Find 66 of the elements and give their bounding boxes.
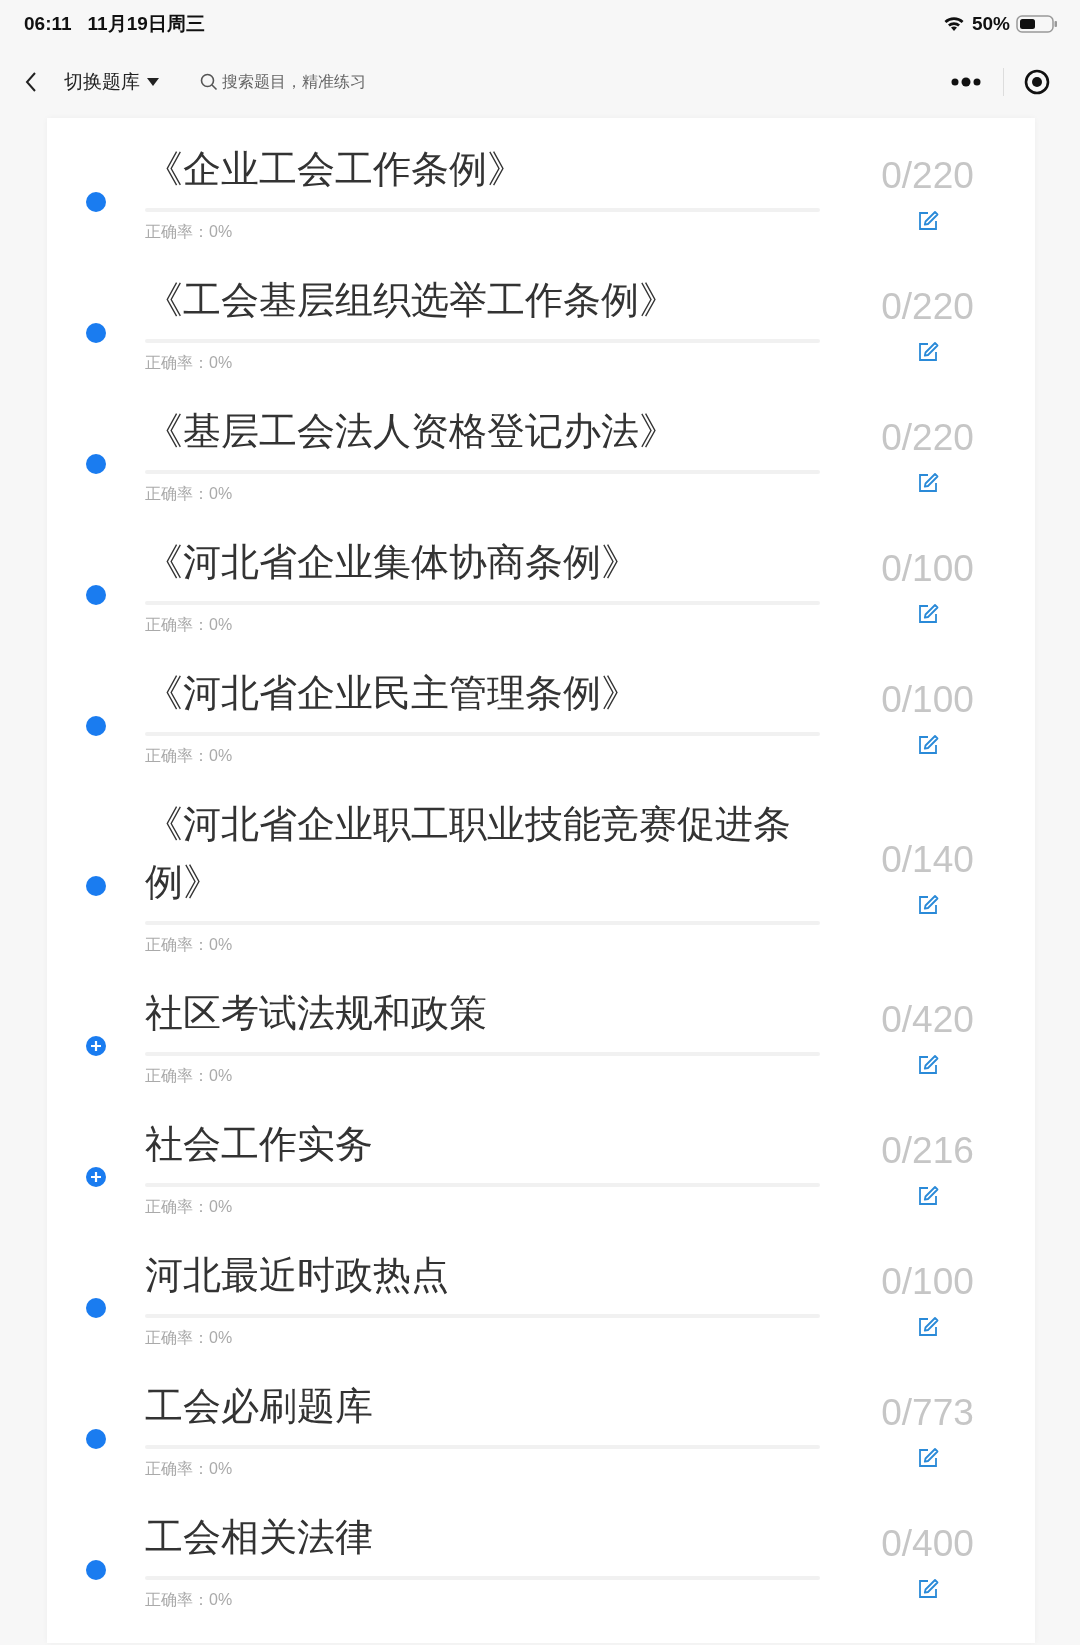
edit-icon[interactable] — [916, 210, 939, 232]
switch-bank-title[interactable]: 切换题库 — [64, 69, 140, 95]
battery-icon — [1016, 14, 1058, 34]
edit-icon[interactable] — [916, 472, 939, 494]
question-count: 0/220 — [881, 285, 974, 329]
edit-icon[interactable] — [916, 734, 939, 756]
edit-icon[interactable] — [916, 341, 939, 363]
question-count: 0/140 — [881, 838, 974, 882]
close-target-icon[interactable] — [1024, 69, 1050, 95]
question-count: 0/773 — [881, 1391, 974, 1435]
plus-icon[interactable] — [86, 1036, 106, 1056]
accuracy-text: 正确率：0% — [145, 1066, 234, 1086]
bullet-dot — [86, 1560, 106, 1580]
question-count: 0/420 — [881, 998, 974, 1042]
bullet-dot — [86, 876, 106, 896]
bullet-dot — [86, 1298, 106, 1318]
bank-title[interactable]: 《河北省企业集体协商条例》 — [145, 533, 820, 591]
accuracy-text: 正确率：0% — [145, 222, 234, 242]
caret-icon[interactable] — [146, 77, 160, 87]
bank-title[interactable]: 社区考试法规和政策 — [145, 984, 820, 1042]
bank-title[interactable]: 《基层工会法人资格登记办法》 — [145, 402, 820, 460]
accuracy-text: 正确率：0% — [145, 615, 234, 635]
plus-icon[interactable] — [86, 1167, 106, 1187]
search-icon — [200, 73, 218, 91]
question-count: 0/216 — [881, 1129, 974, 1173]
battery-percent: 50% — [971, 13, 1010, 35]
accuracy-text: 正确率：0% — [145, 746, 234, 766]
bullet-dot — [86, 585, 106, 605]
edit-icon[interactable] — [916, 1578, 939, 1600]
back-icon[interactable] — [24, 70, 38, 94]
status-time: 06:11 — [24, 13, 72, 35]
question-count: 0/100 — [881, 678, 974, 722]
search-field[interactable]: 搜索题目，精准练习 — [222, 73, 422, 91]
bank-title[interactable]: 《河北省企业职工职业技能竞赛促进条例》 — [145, 795, 820, 911]
status-date: 11月19日周三 — [87, 12, 205, 36]
bank-title[interactable]: 《河北省企业民主管理条例》 — [145, 664, 820, 722]
bank-title[interactable]: 《工会基层组织选举工作条例》 — [145, 271, 820, 329]
bullet-dot — [86, 454, 106, 474]
question-count: 0/220 — [881, 416, 974, 460]
bullet-dot — [86, 192, 106, 212]
accuracy-text: 正确率：0% — [145, 1459, 234, 1479]
question-count: 0/400 — [881, 1522, 974, 1566]
more-icon[interactable] — [951, 77, 981, 87]
edit-icon[interactable] — [916, 1054, 939, 1076]
accuracy-text: 正确率：0% — [145, 484, 234, 504]
bank-title[interactable]: 河北最近时政热点 — [145, 1246, 820, 1304]
edit-icon[interactable] — [916, 1447, 939, 1469]
question-count: 0/100 — [881, 547, 974, 591]
bullet-dot — [86, 1429, 106, 1449]
accuracy-text: 正确率：0% — [145, 353, 234, 373]
bank-title[interactable]: 工会相关法律 — [145, 1508, 820, 1566]
edit-icon[interactable] — [916, 1316, 939, 1338]
bullet-dot — [86, 716, 106, 736]
bank-title[interactable]: 《企业工会工作条例》 — [145, 140, 820, 198]
edit-icon[interactable] — [916, 603, 939, 625]
question-count: 0/100 — [881, 1260, 974, 1304]
edit-icon[interactable] — [916, 894, 939, 916]
bank-title[interactable]: 工会必刷题库 — [145, 1377, 820, 1435]
edit-icon[interactable] — [916, 1185, 939, 1207]
bank-title[interactable]: 社会工作实务 — [145, 1115, 820, 1173]
accuracy-text: 正确率：0% — [145, 1328, 234, 1348]
question-count: 0/220 — [881, 154, 974, 198]
accuracy-text: 正确率：0% — [145, 1590, 234, 1610]
accuracy-text: 正确率：0% — [145, 935, 234, 955]
bullet-dot — [86, 323, 106, 343]
accuracy-text: 正确率：0% — [145, 1197, 234, 1217]
